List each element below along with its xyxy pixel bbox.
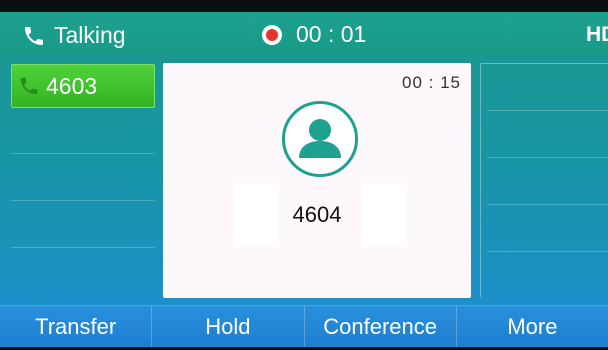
phone-handset-icon [20,77,38,95]
call-duration: 00 : 15 [402,73,461,92]
hold-button[interactable]: Hold [152,306,305,347]
line-key-empty[interactable] [11,155,155,201]
more-button[interactable]: More [457,306,608,347]
line-key-column: 4603 [11,62,155,296]
hd-audio-badge: HD [586,23,608,46]
conference-button[interactable]: Conference [305,306,457,347]
record-icon [262,24,282,45]
recording-indicator: 00 : 01 [262,21,366,48]
contact-avatar-icon [282,101,358,177]
softkey-bar: Transfer Hold Conference More [0,305,608,347]
transfer-button[interactable]: Transfer [0,306,153,347]
active-call-card: 00 : 15 4604 [163,63,471,298]
row-divider [487,204,608,205]
person-icon [299,119,341,158]
line-key-empty[interactable] [11,108,155,154]
line-key-label: 4603 [46,72,98,99]
line-key-empty[interactable] [11,202,155,248]
phone-screen: Talking 00 : 01 HD 4603 00 : 15 [0,0,608,350]
recording-time: 00 : 01 [296,21,367,47]
status-bar: Talking 00 : 01 HD [0,12,608,56]
top-bezel [0,0,608,12]
row-divider [487,157,608,158]
call-state: Talking [22,22,126,49]
line-key-empty[interactable] [11,249,155,295]
row-divider [487,251,608,252]
line-key-4603[interactable]: 4603 [11,64,155,108]
right-key-column [480,63,608,297]
phone-handset-icon [25,26,43,45]
callee-number: 4604 [292,202,342,227]
row-divider [487,110,608,111]
call-state-label: Talking [54,22,126,48]
